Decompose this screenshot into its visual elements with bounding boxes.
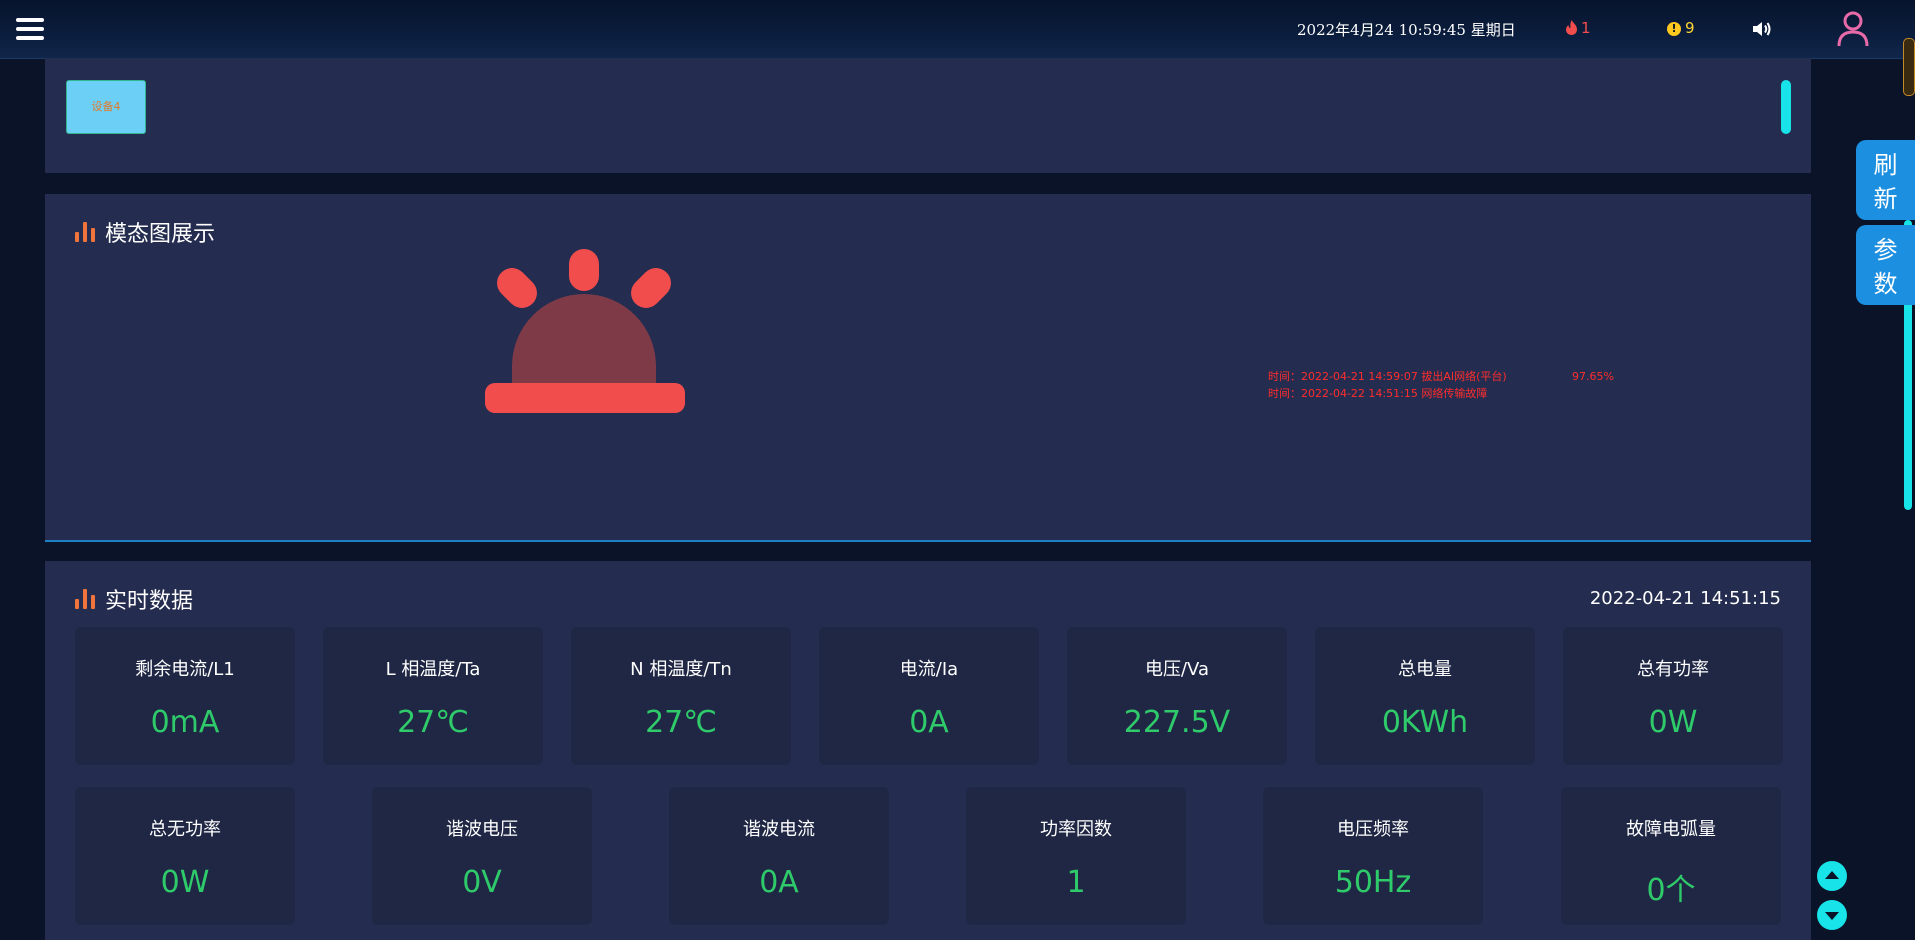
page-scrollbar-thumb[interactable] (1903, 38, 1915, 96)
modal-title: 模态图展示 (105, 222, 216, 247)
metric-label: 谐波电流 (743, 819, 815, 840)
event-text: 时间：2022-04-22 14:51:15 网络传输故障 (1268, 387, 1488, 400)
speaker-icon[interactable] (1751, 19, 1773, 39)
metric-value: 0KWh (1381, 705, 1469, 740)
header-datetime: 2022年4月24 10:59:45 星期日 (1297, 21, 1516, 39)
metric-value: 27℃ (645, 705, 717, 740)
scroll-down-button[interactable] (1817, 900, 1847, 930)
metric-value: 1 (1066, 865, 1086, 900)
siren-icon (485, 249, 685, 413)
scroll-up-button[interactable] (1817, 861, 1847, 891)
metric-card: 总无功率 0W (75, 787, 295, 925)
event-text: 时间：2022-04-21 14:59:07 拔出AI网络(平台) (1268, 370, 1507, 383)
device-chip[interactable]: 设备4 (66, 80, 146, 134)
metric-label: L 相温度/Ta (385, 659, 481, 680)
metric-label: 电压频率 (1337, 819, 1409, 840)
event-log: 时间：2022-04-21 14:59:07 拔出AI网络(平台) 97.65%… (1268, 368, 1614, 402)
metric-card: 电压频率 50Hz (1263, 787, 1483, 925)
event-row: 时间：2022-04-22 14:51:15 网络传输故障 (1268, 385, 1507, 402)
warning-icon: ! (1667, 22, 1681, 36)
fire-alarm-count: 1 (1581, 19, 1591, 37)
metric-label: 总有功率 (1637, 659, 1709, 680)
realtime-title: 实时数据 (105, 589, 194, 614)
metric-card: 功率因数 1 (966, 787, 1186, 925)
metric-card: N 相温度/Tn 27℃ (571, 627, 791, 765)
metric-value: 0A (759, 865, 799, 900)
top-bar: 2022年4月24 10:59:45 星期日 1 ! 9 (0, 0, 1915, 59)
metric-value: 0A (909, 705, 949, 740)
metric-label: 剩余电流/L1 (135, 659, 235, 680)
metric-label: N 相温度/Tn (630, 659, 732, 680)
arrow-up-icon (1825, 871, 1839, 879)
refresh-button[interactable]: 刷新 (1856, 140, 1915, 220)
fire-alarm-indicator[interactable]: 1 (1565, 19, 1591, 37)
metric-label: 电压/Va (1144, 659, 1209, 680)
metric-card: L 相温度/Ta 27℃ (323, 627, 543, 765)
metric-card: 谐波电流 0A (669, 787, 889, 925)
arrow-down-icon (1825, 912, 1839, 920)
menu-icon[interactable] (16, 18, 44, 40)
metric-value: 0W (1648, 705, 1698, 740)
metric-card: 总电量 0KWh (1315, 627, 1535, 765)
metric-label: 故障电弧量 (1626, 819, 1716, 840)
panel-title: 模态图展示 (75, 216, 215, 248)
metric-value: 227.5V (1123, 705, 1231, 740)
metric-value: 0V (462, 865, 502, 900)
bar-chart-icon (75, 589, 97, 609)
metric-value: 0mA (150, 705, 220, 740)
user-icon[interactable] (1836, 10, 1870, 48)
metric-card: 电流/Ia 0A (819, 627, 1039, 765)
realtime-timestamp: 2022-04-21 14:51:15 (1589, 588, 1781, 609)
realtime-data-panel: 实时数据 2022-04-21 14:51:15 剩余电流/L1 0mA L 相温… (45, 561, 1811, 940)
warning-indicator[interactable]: ! 9 (1667, 19, 1695, 37)
device-list-panel: 设备4 (45, 58, 1811, 173)
metric-value: 50Hz (1334, 865, 1412, 900)
bar-chart-icon (75, 222, 97, 242)
event-value: 97.65% (1572, 370, 1614, 383)
metric-card: 故障电弧量 0个 (1561, 787, 1781, 925)
metric-card: 总有功率 0W (1563, 627, 1783, 765)
metric-label: 总无功率 (149, 819, 221, 840)
warning-count: 9 (1685, 19, 1695, 37)
refresh-label: 刷新 (1873, 151, 1898, 213)
metric-value: 0W (160, 865, 210, 900)
params-button[interactable]: 参数 (1856, 225, 1915, 305)
device-list-scrollbar[interactable] (1781, 80, 1791, 134)
metric-card: 电压/Va 227.5V (1067, 627, 1287, 765)
modal-diagram-panel: 模态图展示 时间：2022-04-21 14:59:07 拔出AI网络(平台) … (45, 194, 1811, 542)
params-label: 参数 (1873, 236, 1898, 298)
metric-card: 谐波电压 0V (372, 787, 592, 925)
metric-label: 谐波电压 (446, 819, 518, 840)
metric-value: 0个 (1646, 873, 1696, 908)
panel-title: 实时数据 (75, 583, 193, 615)
fire-icon (1566, 20, 1577, 35)
metric-card: 剩余电流/L1 0mA (75, 627, 295, 765)
metric-label: 电流/Ia (899, 659, 959, 680)
metric-label: 总电量 (1398, 659, 1452, 680)
event-row: 时间：2022-04-21 14:59:07 拔出AI网络(平台) 97.65% (1268, 368, 1614, 385)
metric-value: 27℃ (397, 705, 469, 740)
metric-label: 功率因数 (1040, 819, 1112, 840)
